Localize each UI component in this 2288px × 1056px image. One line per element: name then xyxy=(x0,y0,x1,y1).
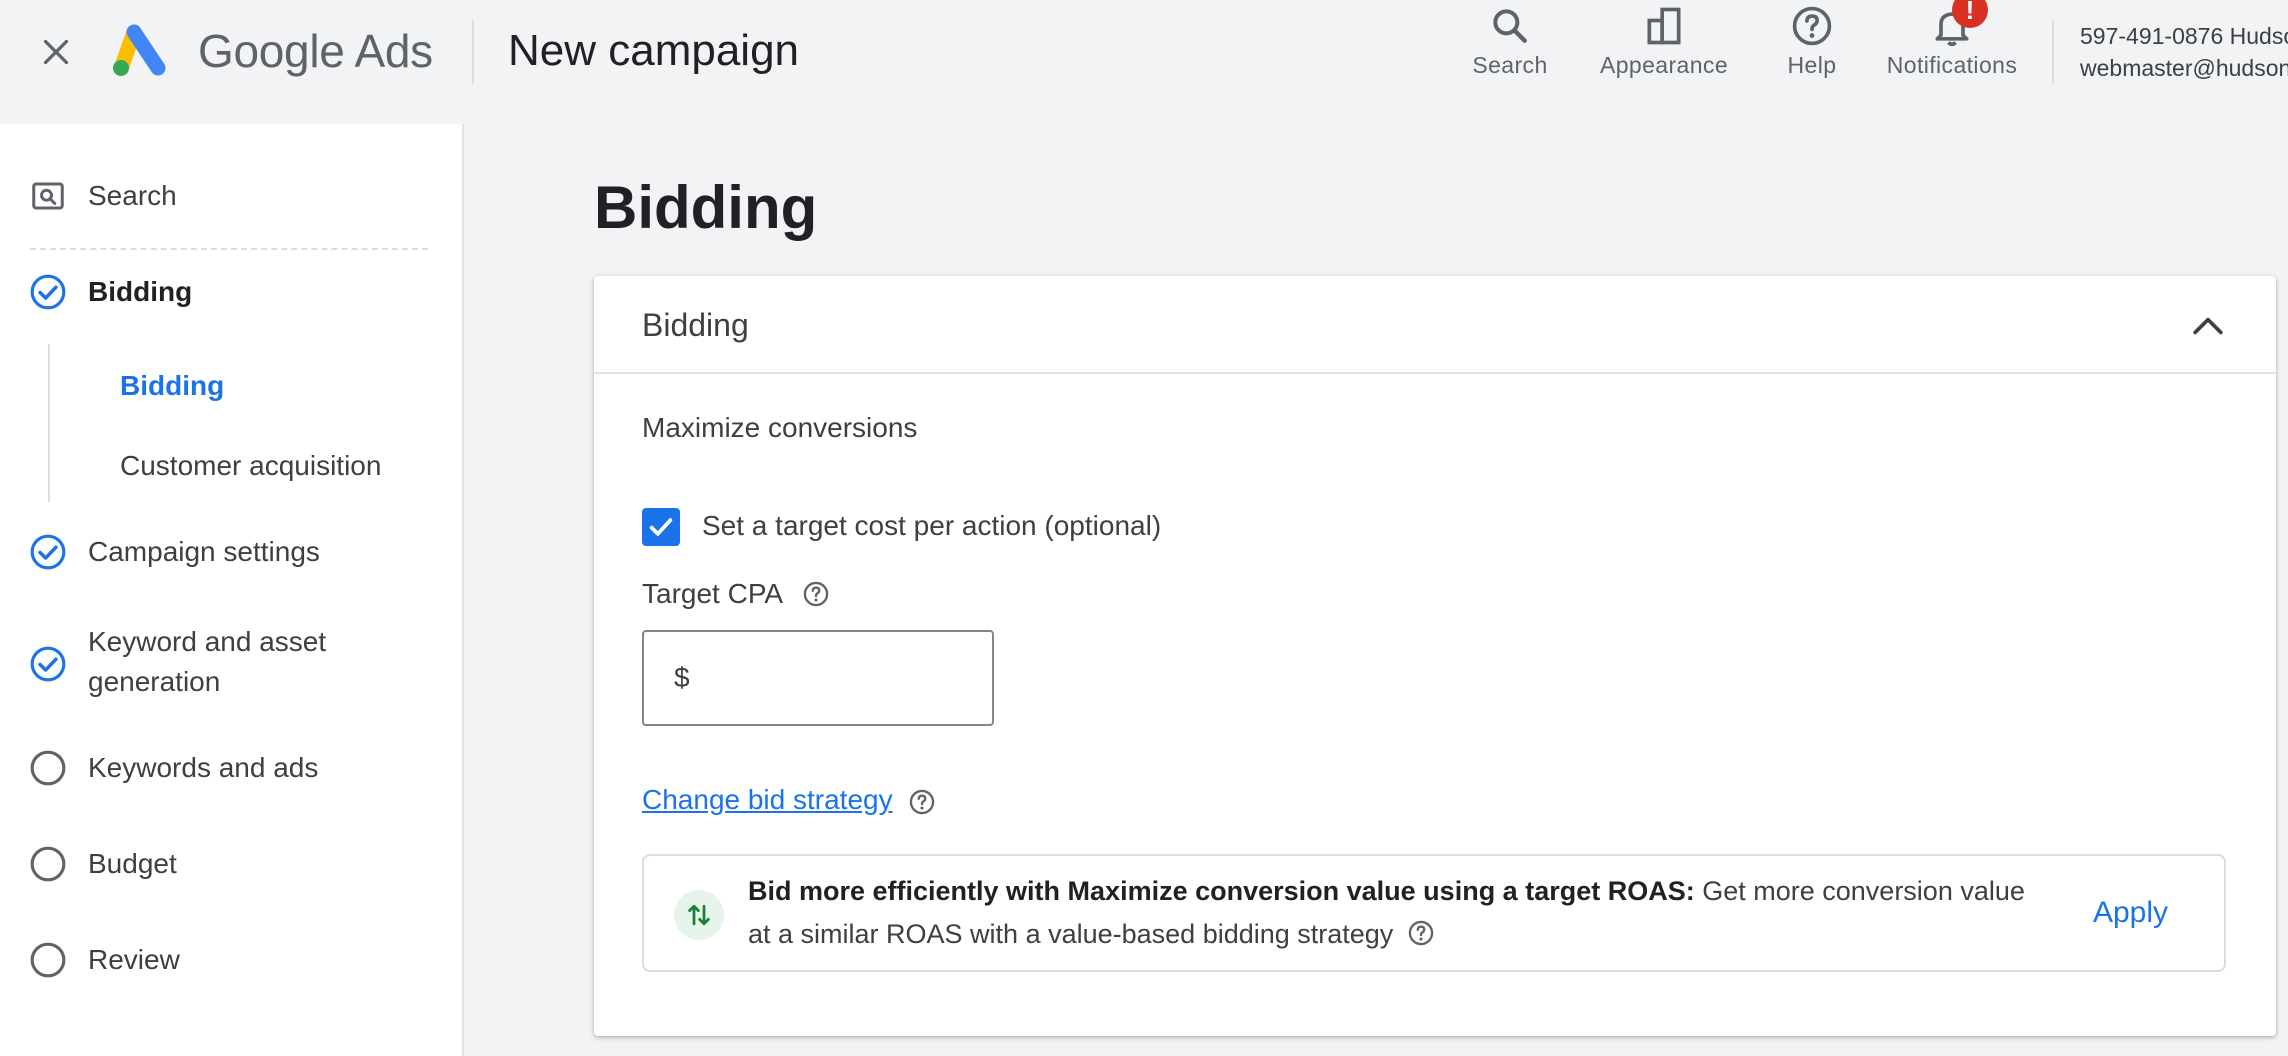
logo-ads-text: Ads xyxy=(354,25,434,77)
google-ads-logo-icon xyxy=(113,24,166,76)
help-icon[interactable] xyxy=(802,580,830,608)
sidebar-item-label: Search xyxy=(88,180,177,211)
target-cpa-checkbox-label[interactable]: Set a target cost per action (optional) xyxy=(702,506,1161,546)
sidebar-item-campaign-settings[interactable]: Campaign settings xyxy=(28,532,320,572)
account-id: 597-491-0876 Hudson xyxy=(2080,23,2288,49)
help-icon[interactable] xyxy=(908,788,936,816)
bidding-card-header[interactable]: Bidding xyxy=(594,276,2276,374)
check-circle-icon xyxy=(28,532,68,572)
target-cpa-input[interactable] xyxy=(701,662,972,694)
account-switcher[interactable]: 597-491-0876 Hudson webmaster@hudson xyxy=(2080,20,2288,84)
logo-google-text: Google xyxy=(198,25,345,77)
campaign-steps-sidebar: Search Bidding Bidding Customer acquisit… xyxy=(0,124,464,1056)
help-icon[interactable] xyxy=(1407,919,1435,947)
close-icon xyxy=(43,39,69,65)
checkmark-icon xyxy=(649,518,673,536)
sidebar-divider xyxy=(30,248,428,250)
card-header-title: Bidding xyxy=(642,307,749,343)
target-cpa-field[interactable]: $ xyxy=(642,630,994,726)
help-tool-label: Help xyxy=(1787,52,1837,78)
sidebar-item-label: Keyword and asset generation xyxy=(88,626,327,697)
check-circle-icon xyxy=(28,272,68,312)
sidebar-item-label: Review xyxy=(88,944,180,975)
recommendation-text: Bid more efficiently with Maximize conve… xyxy=(748,870,2048,956)
close-button[interactable] xyxy=(32,28,80,76)
target-cpa-checkbox[interactable] xyxy=(642,508,680,546)
account-email: webmaster@hudson xyxy=(2080,55,2288,81)
search-campaign-icon xyxy=(28,176,68,216)
apply-recommendation-button[interactable]: Apply xyxy=(2093,892,2168,934)
bidding-card: Bidding Maximize conversions Set a targe… xyxy=(594,276,2276,1036)
search-icon xyxy=(1493,9,1527,43)
empty-circle-icon xyxy=(28,844,68,884)
target-cpa-label: Target CPA xyxy=(642,578,784,609)
empty-circle-icon xyxy=(28,748,68,788)
check-circle-icon xyxy=(28,644,68,684)
search-tool-label: Search xyxy=(1472,52,1548,78)
section-title: Bidding xyxy=(594,174,818,241)
currency-symbol: $ xyxy=(674,662,690,693)
search-tool-button[interactable]: Search xyxy=(1468,0,1552,90)
chevron-up-icon[interactable] xyxy=(2186,304,2230,348)
sidebar-item-keywords-and-ads[interactable]: Keywords and ads xyxy=(28,748,318,788)
sidebar-item-budget[interactable]: Budget xyxy=(28,844,177,884)
sidebar-item-review[interactable]: Review xyxy=(28,940,180,980)
swap-arrows-icon xyxy=(674,890,724,940)
sidebar-subitem-bidding[interactable]: Bidding xyxy=(120,366,224,406)
logo-text: Google Ads xyxy=(198,22,433,80)
help-icon xyxy=(1792,6,1832,46)
sidebar-item-label: Keywords and ads xyxy=(88,752,319,783)
sidebar-item-keyword-asset-generation[interactable]: Keyword and asset generation xyxy=(28,622,378,702)
bid-strategy-name: Maximize conversions xyxy=(642,412,918,443)
top-bar: Google Ads New campaign Search Appearanc… xyxy=(0,0,2288,124)
sidebar-item-label: Bidding xyxy=(88,276,193,307)
page-title: New campaign xyxy=(508,26,800,75)
appearance-icon xyxy=(1647,7,1681,45)
appearance-tool-label: Appearance xyxy=(1599,52,1729,78)
sidebar-item-bidding[interactable]: Bidding xyxy=(28,272,192,312)
sidebar-item-search[interactable]: Search xyxy=(28,176,177,216)
sidebar-subitem-customer-acquisition[interactable]: Customer acquisition xyxy=(120,446,381,486)
notifications-tool-label: Notifications xyxy=(1886,52,2018,78)
help-tool-button[interactable]: Help xyxy=(1774,0,1850,90)
notifications-tool-button[interactable]: ! Notifications xyxy=(1878,0,2026,90)
sidebar-item-label: Budget xyxy=(88,848,177,879)
change-bid-strategy-link[interactable]: Change bid strategy xyxy=(642,780,893,820)
recommendation-title: Bid more efficiently with Maximize conve… xyxy=(748,876,1695,906)
account-divider xyxy=(2052,20,2054,84)
appearance-tool-button[interactable]: Appearance xyxy=(1594,0,1734,90)
recommendation-banner: Bid more efficiently with Maximize conve… xyxy=(642,854,2226,972)
empty-circle-icon xyxy=(28,940,68,980)
sub-step-rail xyxy=(48,344,50,502)
sidebar-item-label: Campaign settings xyxy=(88,536,320,567)
header-divider xyxy=(472,20,474,84)
